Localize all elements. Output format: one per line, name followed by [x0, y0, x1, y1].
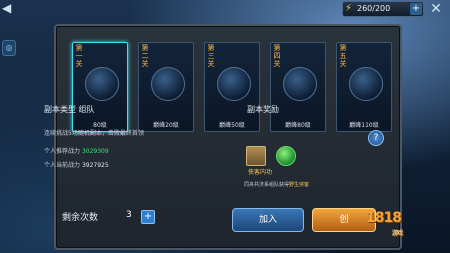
remaining-label: 剩余次数 — [62, 213, 99, 223]
stage-level: 巅峰110级 — [349, 122, 379, 129]
stage-label: 第三关 — [207, 44, 215, 68]
stage-label: 第一关 — [75, 44, 83, 68]
back-arrow-icon: ◀ — [2, 1, 12, 15]
stage-list: 第一关 80级 第二关 巅峰20级 第三关 巅峰50级 第四关 巅峰80级 第五… — [72, 42, 392, 132]
stage-level: 巅峰80级 — [285, 122, 311, 129]
portal-orb-icon — [217, 67, 251, 101]
reward-note: 同舟共济系组队获得野生侠客 — [244, 182, 310, 188]
stage-label: 第五关 — [339, 44, 347, 68]
add-energy-button[interactable]: + — [410, 3, 422, 15]
add-attempts-button[interactable]: + — [141, 210, 155, 224]
top-bar: ◀ ⚡ 260/200 + ✕ — [0, 0, 450, 18]
stage-card[interactable]: 第二关 巅峰20级 — [138, 42, 194, 132]
current-power: 个人当前战力 3927925 — [44, 162, 109, 169]
reward-chest-icon[interactable] — [246, 146, 266, 166]
lightning-icon: ⚡ — [345, 3, 353, 14]
portal-orb-icon — [151, 67, 185, 101]
portal-orb-icon — [349, 67, 383, 101]
back-button[interactable]: ◀ — [2, 2, 36, 14]
site-watermark: 1818 游戏 — [366, 210, 403, 237]
reward-title: 副本奖励 — [247, 105, 279, 114]
stage-card[interactable]: 第四关 巅峰80级 — [270, 42, 326, 132]
close-button[interactable]: ✕ — [426, 1, 446, 17]
stage-level: 巅峰50级 — [219, 122, 245, 129]
dungeon-description: 连续挑战5场随机副本，击败最终首领 — [44, 130, 144, 137]
stage-label: 第四关 — [273, 44, 281, 68]
remaining-count: 3 — [126, 210, 132, 220]
side-menu-icon[interactable]: ◎ — [2, 40, 16, 56]
help-button[interactable]: ? — [368, 130, 384, 146]
stage-level: 巅峰20级 — [153, 122, 179, 129]
stage-card[interactable]: 第三关 巅峰50级 — [204, 42, 260, 132]
stage-card[interactable]: 第一关 80级 — [72, 42, 128, 132]
dungeon-type: 副本类型 组队 — [44, 105, 95, 114]
reward-name: 侠客内功 — [248, 169, 273, 176]
recommended-power: 个人推荐战力 3029309 — [44, 148, 109, 155]
energy-value: 260/200 — [357, 4, 391, 13]
reward-orb-icon[interactable] — [276, 146, 296, 166]
close-icon: ✕ — [430, 1, 442, 17]
energy-counter: ⚡ 260/200 + — [342, 1, 424, 17]
portal-orb-icon — [85, 67, 119, 101]
portal-orb-icon — [283, 67, 317, 101]
stage-label: 第二关 — [141, 44, 149, 68]
stage-card[interactable]: 第五关 巅峰110级 — [336, 42, 392, 132]
join-button[interactable]: 加入 — [232, 208, 304, 232]
